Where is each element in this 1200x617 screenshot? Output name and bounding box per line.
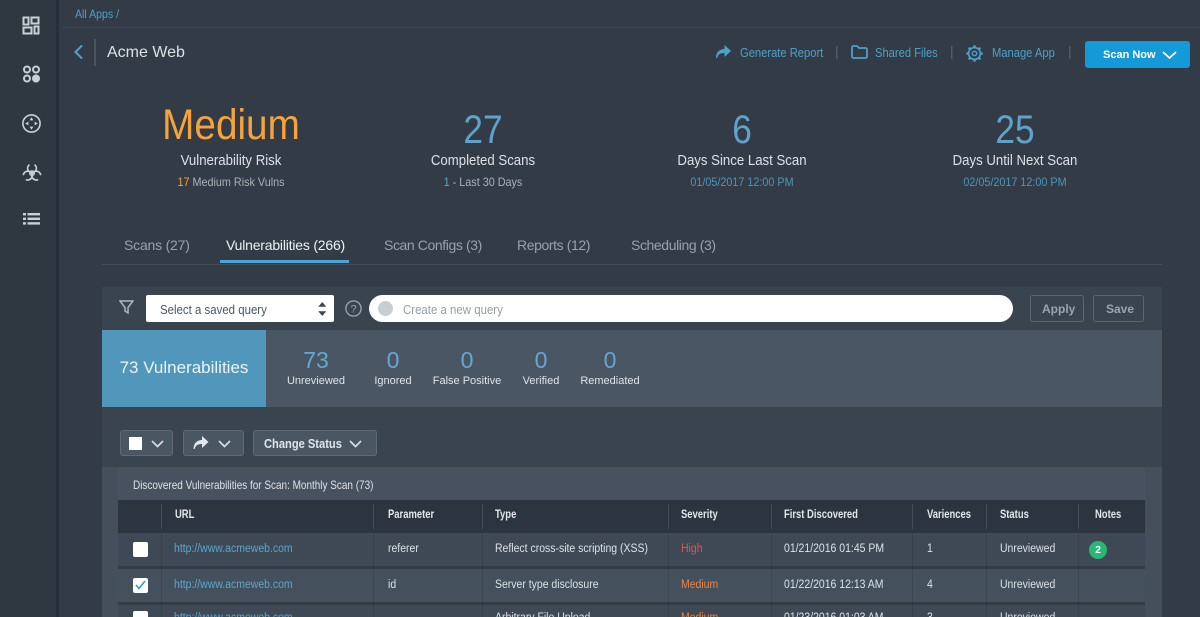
svg-text:?: ?	[350, 304, 356, 316]
